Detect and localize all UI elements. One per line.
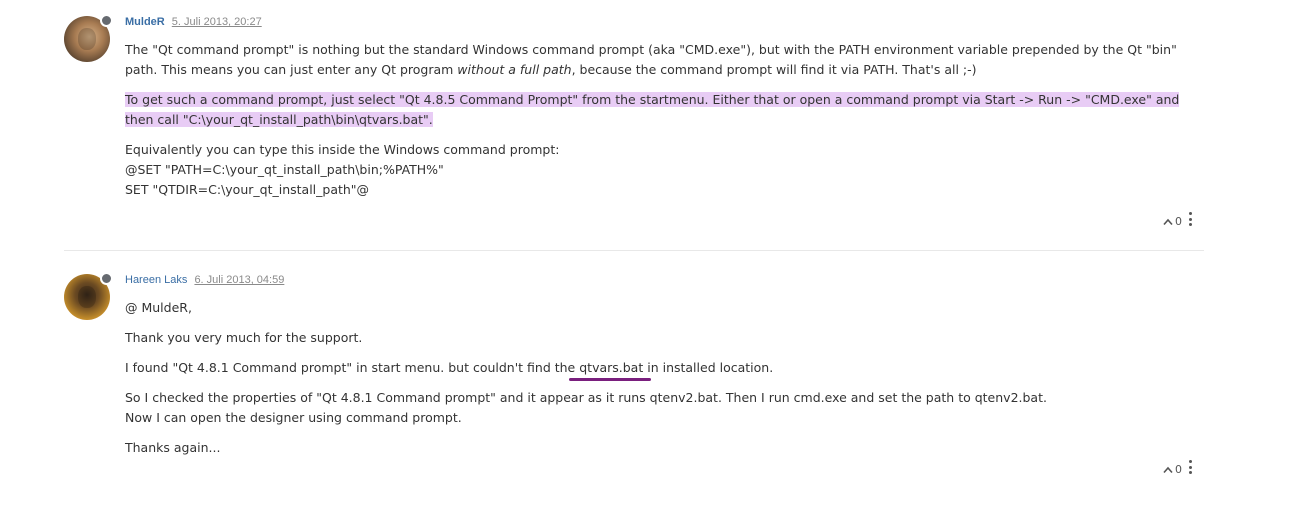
highlighted-text: To get such a command prompt, just selec… [125, 92, 1180, 127]
upvote-button[interactable]: 0 [1163, 215, 1182, 228]
post-paragraph: I found "Qt 4.8.1 Command prompt" in sta… [125, 358, 1205, 381]
post-timestamp[interactable]: 5. Juli 2013, 20:27 [172, 16, 262, 28]
offline-status-icon [100, 272, 113, 285]
post-hareen-laks: Hareen Laks 6. Juli 2013, 04:59 @ MuldeR… [64, 268, 1204, 498]
chevron-up-icon [1163, 218, 1173, 225]
post-meta: MuldeR 5. Juli 2013, 20:27 [125, 16, 262, 29]
post-paragraph: So I checked the properties of "Qt 4.8.1… [125, 390, 1047, 425]
post-muldeR: MuldeR 5. Juli 2013, 20:27 The "Qt comma… [64, 10, 1204, 251]
post-body: The "Qt command prompt" is nothing but t… [125, 40, 1205, 210]
post-timestamp[interactable]: 6. Juli 2013, 04:59 [194, 274, 284, 286]
post-body: @ MuldeR, Thank you very much for the su… [125, 298, 1205, 468]
post-meta: Hareen Laks 6. Juli 2013, 04:59 [125, 274, 284, 287]
upvote-button[interactable]: 0 [1163, 463, 1182, 476]
more-vertical-icon[interactable] [1184, 460, 1196, 474]
post-paragraph-highlighted: To get such a command prompt, just selec… [125, 90, 1205, 130]
annotation-underline [569, 378, 652, 381]
vote-count: 0 [1175, 215, 1182, 228]
annotated-text: qtvars.bat [569, 360, 652, 381]
post-paragraph: @ MuldeR, [125, 300, 192, 315]
offline-status-icon [100, 14, 113, 27]
post-paragraph: Thank you very much for the support. [125, 330, 363, 345]
post-paragraph: Equivalently you can type this inside th… [125, 142, 560, 197]
post-paragraph: Thanks again... [125, 440, 221, 455]
more-vertical-icon[interactable] [1184, 212, 1196, 226]
author-link[interactable]: MuldeR [125, 16, 165, 28]
chevron-up-icon [1163, 466, 1173, 473]
author-link[interactable]: Hareen Laks [125, 274, 187, 286]
emphasis-text: without a full path [457, 62, 572, 77]
post-paragraph: The "Qt command prompt" is nothing but t… [125, 42, 1177, 77]
vote-count: 0 [1175, 463, 1182, 476]
